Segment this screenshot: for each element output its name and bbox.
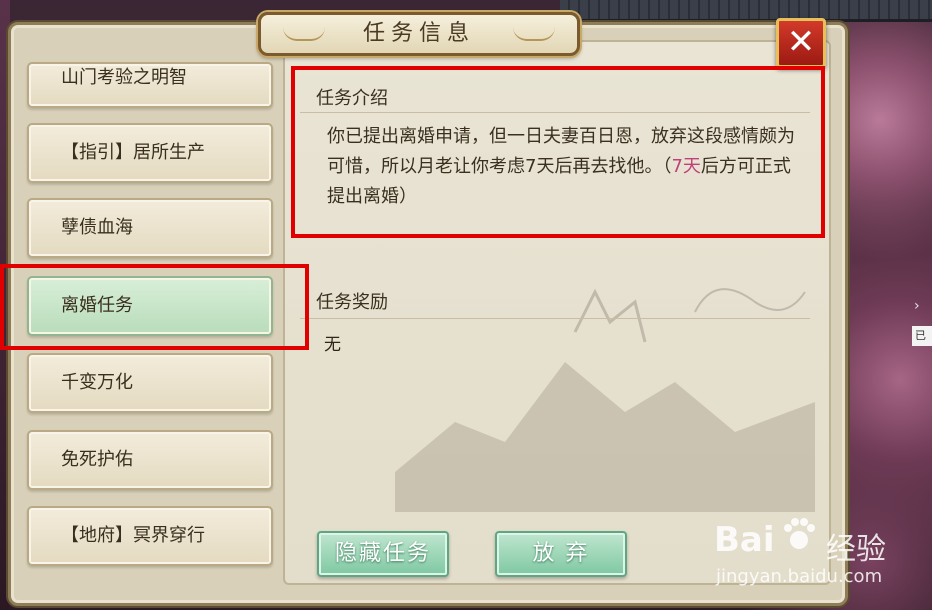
quest-item-selected[interactable]: 离婚任务 (27, 276, 273, 336)
abandon-button[interactable]: 放 弃 (495, 531, 627, 577)
reward-value: 无 (324, 335, 341, 355)
watermark-brand: Bai (714, 520, 775, 560)
roof-tiles (560, 0, 932, 22)
title-plaque: 任务信息 (258, 12, 580, 56)
baidu-watermark: Bai 经验 jingyan.baidu.com (714, 518, 924, 590)
mountain-painting (395, 288, 815, 512)
close-button[interactable]: ✕ (776, 18, 826, 68)
intro-label: 任务介绍 (316, 88, 388, 109)
quest-item[interactable]: 千变万化 (27, 353, 273, 413)
quest-description: 你已提出离婚申请，但一日夫妻百日恩，放弃这段感情颇为可惜，所以月老让你考虑7天后… (327, 122, 797, 212)
side-tag[interactable]: 已 (912, 326, 932, 346)
description-highlight: 7天 (671, 156, 701, 177)
hide-quest-button[interactable]: 隐藏任务 (317, 531, 449, 577)
reward-label: 任务奖励 (316, 292, 388, 313)
watermark-url: jingyan.baidu.com (716, 566, 883, 587)
window-title: 任务信息 (362, 21, 475, 46)
quest-item[interactable]: 【地府】冥界穿行 (27, 506, 273, 566)
quest-item[interactable]: 孽债血海 (27, 198, 273, 258)
title-swirl-left (283, 27, 325, 41)
quest-item[interactable]: 山门考验之明智 (27, 62, 273, 108)
intro-divider (300, 112, 810, 113)
reward-divider (300, 318, 810, 319)
paw-icon (784, 518, 815, 549)
watermark-jingyan: 经验 (826, 532, 886, 567)
title-swirl-right (513, 27, 555, 41)
quest-item[interactable]: 【指引】居所生产 (27, 123, 273, 183)
expand-arrow-icon[interactable]: › (914, 298, 920, 314)
quest-item[interactable]: 免死护佑 (27, 430, 273, 490)
